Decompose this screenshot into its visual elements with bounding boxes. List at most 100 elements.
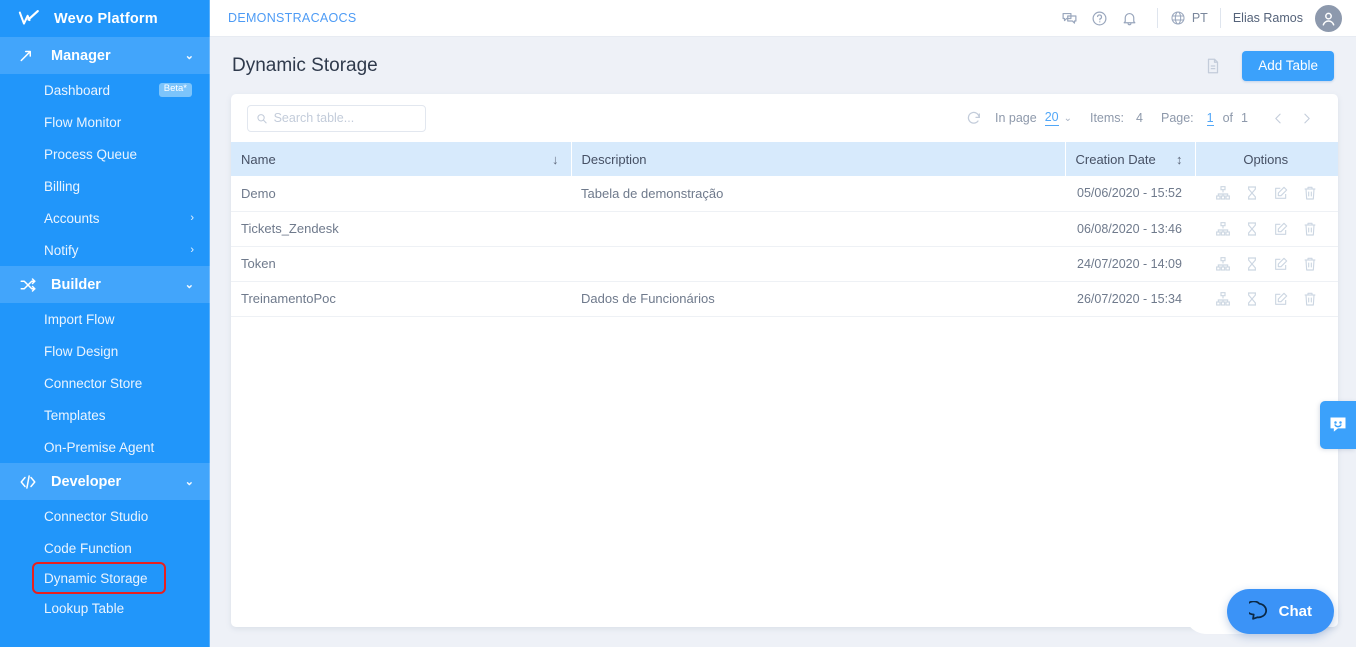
hourglass-icon[interactable] (1239, 216, 1265, 242)
sidebar-item-label: Notify (44, 242, 79, 258)
column-header-name[interactable]: Name ↓ (231, 142, 572, 176)
delete-icon[interactable] (1297, 286, 1323, 312)
page-current[interactable]: 1 (1206, 111, 1214, 126)
sidebar-item-flow-monitor[interactable]: Flow Monitor (0, 106, 210, 138)
table-head: Name ↓ Description Creation Date ↕ Optio… (231, 142, 1338, 176)
delete-icon[interactable] (1297, 251, 1323, 277)
chat-fab-button[interactable]: Chat (1226, 589, 1334, 634)
sidebar-item-import-flow[interactable]: Import Flow (0, 303, 210, 335)
cell-name: Tickets_Zendesk (231, 211, 571, 247)
cell-options (1195, 176, 1338, 212)
sidebar-group-label: Developer (51, 473, 122, 490)
table-body: Demo Tabela de demonstração 05/06/2020 -… (231, 176, 1338, 317)
avatar[interactable] (1315, 4, 1342, 32)
refresh-icon[interactable] (961, 105, 987, 131)
sidebar-item-templates[interactable]: Templates (0, 399, 210, 431)
sidebar-item-code-function[interactable]: Code Function (0, 532, 210, 564)
language-selector[interactable]: PT (1170, 10, 1208, 26)
chevron-right-icon: › (190, 244, 194, 256)
breadcrumb[interactable]: DEMONSTRACAOCS (228, 11, 357, 25)
topbar-icons: PT Elias Ramos (1055, 3, 1342, 33)
sidebar-divider (209, 0, 210, 647)
hierarchy-icon[interactable] (1210, 286, 1236, 312)
smiley-chat-icon (1330, 417, 1346, 432)
table-row[interactable]: TreinamentoPoc Dados de Funcionários 26/… (231, 281, 1338, 317)
help-circle-icon[interactable] (1085, 3, 1115, 33)
cell-creation-date: 24/07/2020 - 14:09 (1065, 246, 1195, 282)
brand[interactable]: Wevo Platform (0, 0, 210, 37)
sidebar-item-dynamic-storage[interactable]: Dynamic Storage (32, 562, 166, 594)
hierarchy-icon[interactable] (1210, 180, 1236, 206)
edit-icon[interactable] (1268, 180, 1294, 206)
chevron-right-icon (1303, 113, 1310, 123)
hierarchy-icon[interactable] (1210, 216, 1236, 242)
page-label: Page: (1160, 111, 1194, 125)
document-icon[interactable] (1200, 53, 1226, 79)
sidebar-item-accounts[interactable]: Accounts › (0, 202, 210, 234)
cell-name: Demo (231, 176, 571, 212)
sidebar-group-manager[interactable]: Manager ⌄ (0, 37, 210, 74)
page-header: Dynamic Storage Add Table (210, 37, 1356, 94)
edit-icon[interactable] (1268, 251, 1294, 277)
table-row[interactable]: Token 24/07/2020 - 14:09 (231, 246, 1338, 282)
sidebar-item-connector-studio[interactable]: Connector Studio (0, 500, 210, 532)
sidebar-item-label: Process Queue (44, 146, 138, 162)
beta-badge: Beta* (158, 83, 192, 97)
table-toolbar: In page 20 ⌄ Items: 4 Page: 1 of 1 (231, 94, 1338, 142)
sidebar-item-flow-design[interactable]: Flow Design (0, 335, 210, 367)
of-label: of (1222, 111, 1234, 125)
column-header-description[interactable]: Description (571, 142, 1066, 176)
sidebar-group-label: Manager (51, 47, 111, 64)
language-label: PT (1191, 11, 1208, 25)
chevron-down-icon: ⌄ (1063, 112, 1072, 124)
sidebar-item-lookup-table[interactable]: Lookup Table (0, 592, 210, 624)
in-page-label: In page (994, 111, 1037, 125)
bell-icon[interactable] (1115, 3, 1145, 33)
content-card: In page 20 ⌄ Items: 4 Page: 1 of 1 (231, 94, 1338, 627)
hourglass-icon[interactable] (1239, 180, 1265, 206)
chat-tab-button[interactable] (1320, 401, 1356, 449)
sidebar-item-label: Templates (44, 407, 106, 423)
search-input[interactable] (273, 111, 417, 125)
search-icon (257, 113, 267, 123)
delete-icon[interactable] (1297, 216, 1323, 242)
chat-fab-label: Chat (1278, 603, 1312, 620)
cell-name: TreinamentoPoc (231, 281, 571, 317)
delete-icon[interactable] (1297, 180, 1323, 206)
hourglass-icon[interactable] (1239, 286, 1265, 312)
page-size-select[interactable]: 20 ⌄ (1044, 110, 1072, 126)
hourglass-icon[interactable] (1239, 251, 1265, 277)
sidebar-item-label: Code Function (44, 540, 132, 556)
user-name[interactable]: Elias Ramos (1233, 11, 1303, 25)
table-row[interactable]: Demo Tabela de demonstração 05/06/2020 -… (231, 176, 1338, 212)
edit-icon[interactable] (1268, 286, 1294, 312)
table-row[interactable]: Tickets_Zendesk 06/08/2020 - 13:46 (231, 211, 1338, 247)
hierarchy-icon[interactable] (1210, 251, 1236, 277)
cell-description (571, 211, 1065, 247)
sidebar-item-notify[interactable]: Notify › (0, 234, 210, 266)
chevron-left-icon (1274, 113, 1281, 123)
chat-bubbles-icon[interactable] (1055, 3, 1085, 33)
sidebar-item-label: Lookup Table (44, 600, 125, 616)
cell-description: Dados de Funcionários (571, 281, 1065, 317)
globe-icon (1171, 11, 1185, 25)
sidebar-item-label: Flow Design (44, 343, 119, 359)
column-header-creation-date[interactable]: Creation Date ↕ (1065, 142, 1196, 176)
sidebar-item-on-premise-agent[interactable]: On-Premise Agent (0, 431, 210, 463)
sidebar-item-connector-store[interactable]: Connector Store (0, 367, 210, 399)
table-container: Name ↓ Description Creation Date ↕ Optio… (231, 142, 1338, 627)
edit-icon[interactable] (1268, 216, 1294, 242)
search-box[interactable] (247, 104, 426, 132)
sort-arrow-icon: ↓ (552, 151, 559, 167)
prev-page-button[interactable] (1264, 105, 1292, 131)
dynamic-storage-table: Name ↓ Description Creation Date ↕ Optio… (231, 142, 1338, 317)
sidebar-group-builder[interactable]: Builder ⌄ (0, 266, 210, 303)
sidebar-item-billing[interactable]: Billing (0, 170, 210, 202)
sidebar-item-dashboard[interactable]: Dashboard Beta* (0, 74, 210, 106)
sidebar-item-label: Import Flow (44, 311, 115, 327)
next-page-button[interactable] (1292, 105, 1320, 131)
sidebar-item-process-queue[interactable]: Process Queue (0, 138, 210, 170)
sidebar-group-developer[interactable]: Developer ⌄ (0, 463, 210, 500)
add-table-button[interactable]: Add Table (1242, 50, 1334, 81)
items-count: 4 (1136, 111, 1143, 125)
